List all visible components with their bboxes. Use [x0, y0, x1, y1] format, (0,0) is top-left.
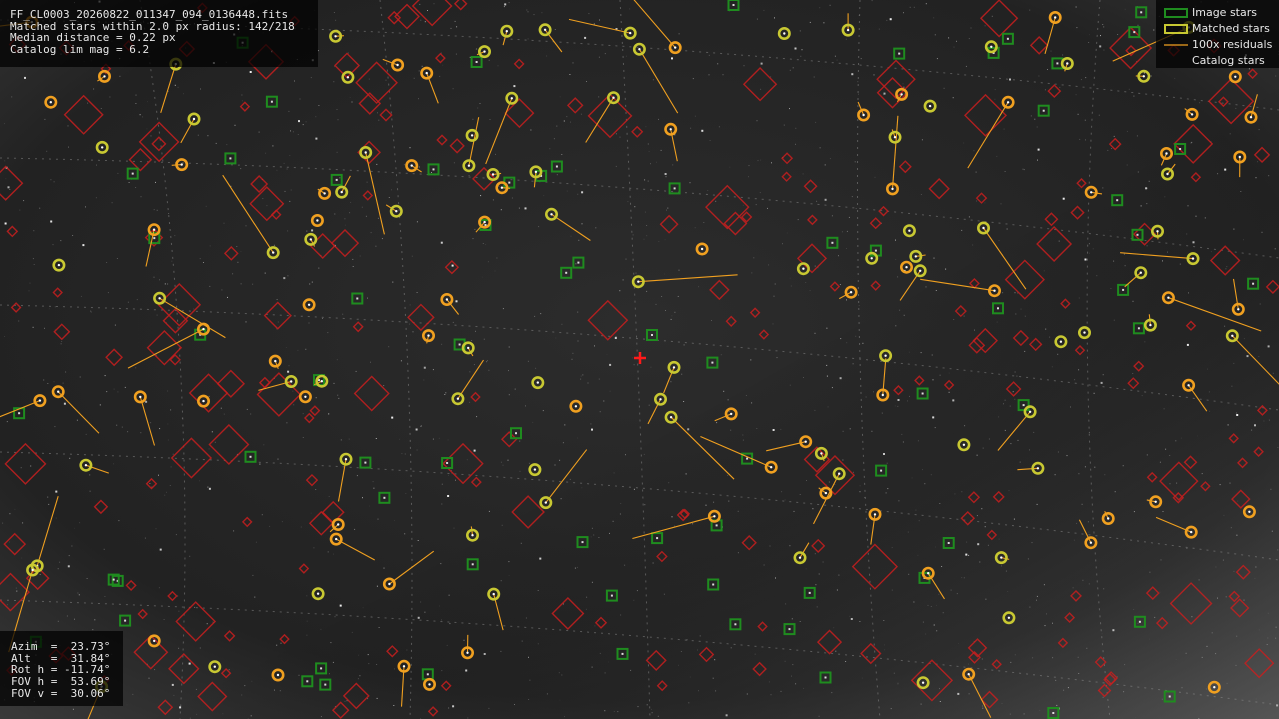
background-star [932, 416, 935, 419]
sky-image[interactable] [0, 0, 1279, 719]
background-star [772, 429, 775, 431]
background-star [452, 705, 455, 708]
legend-item-residuals: 100x residuals [1156, 38, 1279, 52]
background-star [1009, 78, 1011, 81]
legend-item-matched-stars: Matched stars [1156, 22, 1279, 36]
header-info-panel: FF_CL0003_20260822_011347_094_0136448.fi… [0, 0, 318, 67]
pointing-info-panel: Azim = 23.73° Alt = 31.84° Rot h = -11.7… [0, 631, 123, 706]
background-star [952, 399, 955, 402]
background-star [1224, 168, 1227, 171]
background-star [1112, 629, 1115, 632]
background-star [1084, 258, 1087, 261]
fov-v-text: FOV v = 30.06° [11, 686, 111, 700]
background-star [24, 76, 26, 79]
background-star [311, 229, 314, 232]
background-star [473, 449, 476, 452]
background-star [1062, 197, 1065, 200]
background-star [4, 222, 7, 225]
background-star [188, 662, 191, 665]
background-star [664, 173, 667, 175]
star-plot-window: FF_CL0003_20260822_011347_094_0136448.fi… [0, 0, 1279, 719]
background-star [465, 669, 468, 672]
background-star [159, 548, 162, 551]
background-star [55, 490, 58, 493]
legend-label: Image stars [1192, 6, 1257, 19]
background-star [965, 553, 968, 556]
background-star [889, 18, 892, 21]
background-star [581, 191, 584, 194]
background-star [513, 85, 516, 88]
background-star [447, 495, 450, 497]
background-star [1192, 241, 1195, 244]
legend-label: Matched stars [1192, 22, 1270, 35]
background-star [851, 73, 854, 76]
background-star [883, 92, 886, 95]
background-star [483, 653, 486, 655]
background-star [1037, 148, 1040, 151]
background-star [504, 3, 507, 6]
legend-item-image-stars: Image stars [1156, 6, 1279, 20]
background-star [794, 47, 797, 50]
background-star [455, 300, 458, 303]
background-star [7, 186, 10, 189]
background-star [725, 714, 728, 717]
background-star [171, 683, 174, 686]
background-star [415, 428, 418, 431]
background-star [687, 428, 690, 431]
background-star [1145, 187, 1148, 190]
background-star [824, 198, 827, 201]
azim-text: Azim = 23.73° [11, 640, 111, 653]
legend-label: 100x residuals [1192, 38, 1273, 51]
background-star [417, 616, 420, 619]
catalog-lim-mag-text: Catalog lim mag = 6.2 [10, 43, 150, 57]
legend-label: Catalog stars [1192, 54, 1265, 67]
background-star [1254, 424, 1256, 427]
background-star [82, 244, 85, 247]
background-star [423, 366, 426, 369]
background-star [179, 706, 182, 709]
background-star [339, 604, 342, 607]
background-star [539, 557, 542, 560]
background-star [283, 277, 286, 280]
background-star [524, 207, 527, 210]
background-star [440, 241, 443, 244]
orange-line-icon [1164, 44, 1188, 46]
background-star [977, 543, 980, 546]
background-star [287, 370, 290, 373]
background-star [315, 137, 318, 140]
green-square-icon [1164, 8, 1188, 18]
background-star [584, 36, 587, 39]
background-star [1100, 381, 1103, 384]
yellow-circle-icon [1164, 24, 1188, 34]
background-star [391, 416, 394, 419]
background-star [451, 264, 454, 267]
background-star [883, 453, 885, 455]
legend: Image stars Matched stars 100x residuals… [1156, 0, 1279, 68]
legend-item-catalog-stars: Catalog stars [1156, 54, 1279, 68]
background-star [249, 71, 252, 73]
background-star [145, 400, 148, 403]
background-star [208, 487, 211, 490]
background-star [760, 62, 763, 65]
background-star [1186, 343, 1189, 346]
background-star [1099, 45, 1102, 48]
background-star [591, 428, 593, 431]
background-star [1246, 355, 1249, 358]
background-star [850, 618, 853, 620]
background-star [701, 129, 704, 132]
background-star [671, 57, 673, 60]
background-star [1267, 345, 1270, 348]
background-star [1236, 414, 1239, 416]
background-star [957, 692, 960, 695]
background-star [839, 377, 842, 380]
background-star [50, 220, 53, 223]
background-star [897, 399, 900, 401]
file-name-text: FF_CL0003_20260822_011347_094_0136448.fi… [10, 8, 289, 21]
background-star [609, 363, 612, 366]
background-star [298, 120, 300, 123]
background-star [63, 402, 66, 405]
background-star [67, 565, 70, 568]
